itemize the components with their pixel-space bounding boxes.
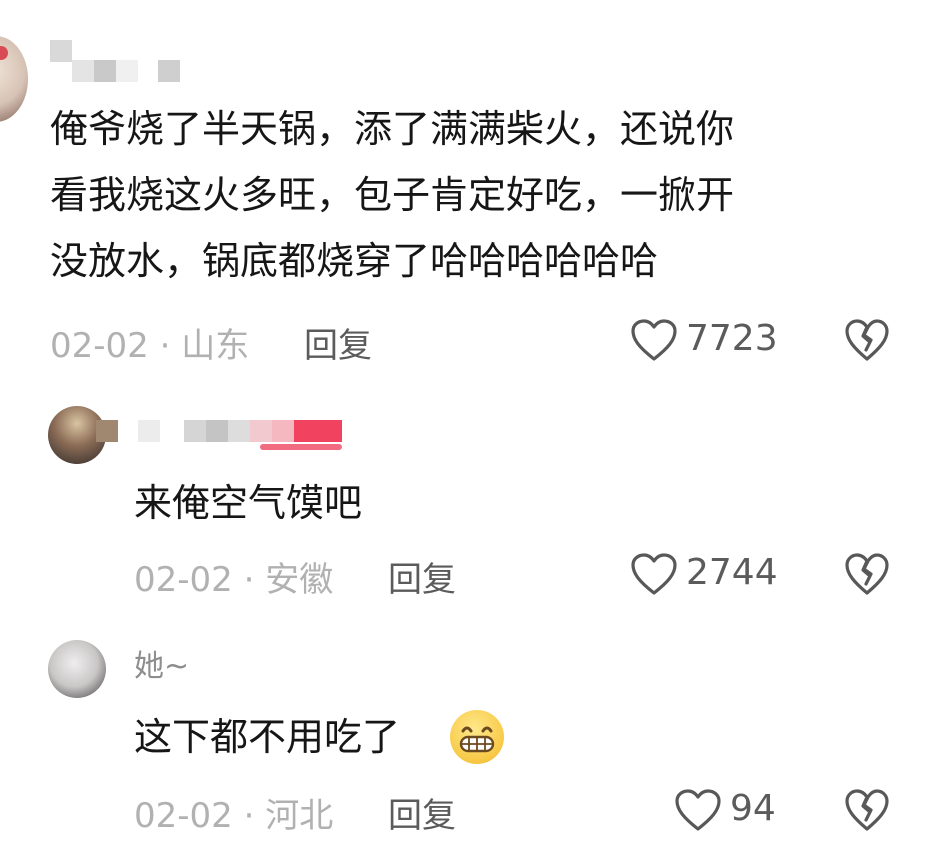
heart-outline-icon[interactable]	[630, 318, 678, 362]
like-count: 94	[730, 788, 776, 829]
comment-date: 02-02	[134, 560, 233, 600]
reply-button[interactable]: 回复	[388, 552, 456, 601]
broken-heart-icon[interactable]	[844, 552, 890, 596]
grin-emoji-icon	[450, 710, 504, 764]
broken-heart-icon[interactable]	[844, 788, 890, 832]
comment-text: 俺爷烧了半天锅，添了满满柴火，还说你 看我烧这火多旺，包子肯定好吃，一掀开 没放…	[50, 107, 735, 283]
meta-separator: ·	[232, 796, 266, 836]
username-badge	[260, 444, 342, 450]
heart-outline-icon[interactable]	[674, 788, 722, 832]
blurred-username	[96, 420, 118, 442]
meta-separator: ·	[148, 326, 182, 366]
comment-meta: 02-02 · 山东	[50, 318, 249, 367]
blurred-username	[50, 40, 72, 62]
comment-meta: 02-02 · 安徽	[134, 552, 333, 601]
comment-location: 山东	[181, 326, 250, 366]
username[interactable]: 她~	[134, 650, 189, 684]
comment-location: 河北	[265, 796, 334, 836]
broken-heart-icon[interactable]	[844, 318, 890, 362]
avatar[interactable]	[0, 36, 28, 122]
comment-text: 这下都不用吃了	[134, 715, 401, 759]
meta-separator: ·	[232, 560, 266, 600]
like-count: 7723	[686, 318, 778, 359]
reply-button[interactable]: 回复	[388, 788, 456, 837]
comment-date: 02-02	[134, 796, 233, 836]
heart-outline-icon[interactable]	[630, 552, 678, 596]
like-count: 2744	[686, 552, 778, 593]
comment-text: 来俺空气馍吧	[134, 481, 363, 525]
comment-meta: 02-02 · 河北	[134, 788, 333, 837]
avatar[interactable]	[48, 640, 106, 698]
blurred-username	[138, 420, 342, 442]
comment-date: 02-02	[50, 326, 149, 366]
reply-button[interactable]: 回复	[304, 318, 372, 367]
blurred-username	[72, 60, 180, 82]
comment-location: 安徽	[265, 560, 334, 600]
